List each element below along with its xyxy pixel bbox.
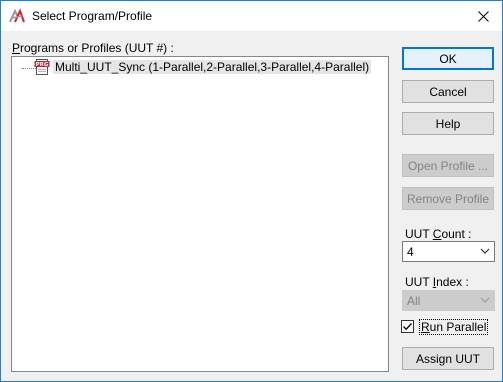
checkmark-icon [403,323,412,331]
app-logo-icon [9,8,25,23]
uut-count-value: 4 [407,245,414,259]
ok-button[interactable]: OK [402,47,494,70]
uut-count-label: UUT Count : [405,227,472,241]
open-profile-button[interactable]: Open Profile ... [402,154,494,177]
run-parallel-checkbox[interactable] [401,320,414,333]
cancel-button[interactable]: Cancel [402,80,494,103]
close-icon [477,10,489,22]
programs-list-label: Programs or Profiles (UUT #) : [12,41,174,55]
help-button[interactable]: Help [402,112,494,135]
window-title: Select Program/Profile [32,9,153,23]
remove-profile-button[interactable]: Remove Profile [402,187,494,210]
close-button[interactable] [464,1,502,31]
chevron-down-icon [480,297,490,303]
chevron-down-icon [480,248,490,254]
svg-text:PRG: PRG [36,62,49,68]
prg-file-icon: PRG [34,59,50,75]
run-parallel-label[interactable]: Run Parallel [419,319,489,335]
programs-tree[interactable]: PRG Multi_UUT_Sync (1-Parallel,2-Paralle… [11,56,389,372]
uut-count-select[interactable]: 4 [402,241,495,262]
tree-item-multi-uut-sync[interactable]: Multi_UUT_Sync (1-Parallel,2-Parallel,3-… [53,60,372,74]
uut-index-value: All [407,294,421,308]
select-program-dialog: Select Program/Profile Programs or Profi… [0,0,503,382]
uut-index-select[interactable]: All [402,290,495,311]
title-bar: Select Program/Profile [1,1,502,31]
assign-uut-button[interactable]: Assign UUT [402,347,494,370]
uut-index-label: UUT Index : [405,275,469,289]
